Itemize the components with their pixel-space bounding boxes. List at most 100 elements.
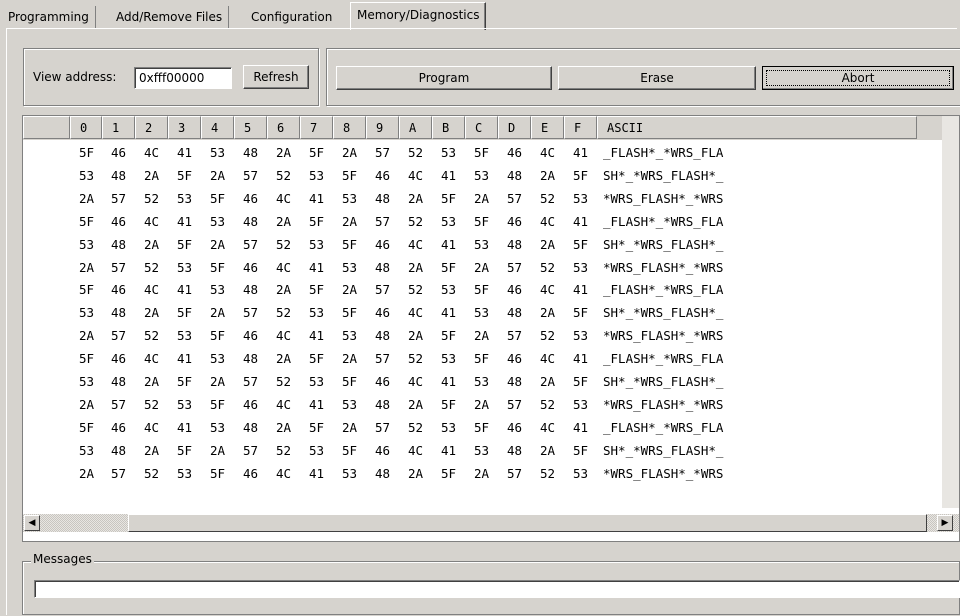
ascii-cell[interactable]: SH*_*WRS_FLASH*_ <box>603 440 723 462</box>
hex-cell[interactable]: 5F <box>333 302 366 324</box>
hex-cell[interactable]: 53 <box>201 279 234 301</box>
ascii-cell[interactable]: *WRS_FLASH*_*WRS <box>603 394 723 416</box>
scroll-thumb[interactable] <box>128 514 927 532</box>
hex-cell[interactable]: 48 <box>366 463 399 485</box>
abort-button[interactable]: Abort <box>762 66 954 90</box>
hex-cell[interactable]: 52 <box>531 188 564 210</box>
hex-cell[interactable]: 52 <box>135 257 168 279</box>
hex-cell[interactable]: 53 <box>168 257 201 279</box>
hex-cell[interactable]: 4C <box>135 142 168 164</box>
hex-cell[interactable]: 53 <box>465 234 498 256</box>
hex-cell[interactable]: 41 <box>168 211 201 233</box>
arrow-left-icon[interactable]: ◀ <box>24 515 40 531</box>
hex-cell[interactable]: 53 <box>564 325 597 347</box>
hex-cell[interactable]: 41 <box>300 188 333 210</box>
hex-cell[interactable]: 5F <box>465 417 498 439</box>
hex-cell[interactable]: 2A <box>465 463 498 485</box>
hex-cell[interactable]: 46 <box>102 142 135 164</box>
tab-memory-diagnostics[interactable]: Memory/Diagnostics <box>350 2 487 30</box>
hex-cell[interactable]: 53 <box>168 188 201 210</box>
hex-cell[interactable]: 46 <box>366 440 399 462</box>
table-row[interactable]: 53 48 2A 5F 2A 57 52 53 5F 46 4C 41 53 48 2A 5F SH*_*WRS… <box>23 302 933 324</box>
hex-cell[interactable]: 5F <box>564 371 597 393</box>
hex-cell[interactable]: 5F <box>300 279 333 301</box>
hex-cell[interactable]: 53 <box>70 371 103 393</box>
hex-cell[interactable]: 53 <box>201 142 234 164</box>
hex-cell[interactable]: 46 <box>234 257 267 279</box>
memory-grid[interactable]: 0 1 2 3 4 5 6 7 8 9 A B C D E F ASCII 5F 46 4C 41 53 48 2A 5F 2A… <box>22 115 960 542</box>
hex-cell[interactable]: 2A <box>70 325 103 347</box>
hex-cell[interactable]: 46 <box>366 165 399 187</box>
hex-cell[interactable]: 52 <box>267 371 300 393</box>
ascii-cell[interactable]: SH*_*WRS_FLASH*_ <box>603 165 723 187</box>
hex-cell[interactable]: 41 <box>300 463 333 485</box>
hex-cell[interactable]: 41 <box>432 234 465 256</box>
tab-programming[interactable]: Programming <box>2 6 96 28</box>
hex-cell[interactable]: 5F <box>168 440 201 462</box>
hex-cell[interactable]: 52 <box>531 463 564 485</box>
hex-cell[interactable]: 2A <box>333 142 366 164</box>
hex-cell[interactable]: 5F <box>70 348 103 370</box>
hex-cell[interactable]: 53 <box>300 302 333 324</box>
hex-cell[interactable]: 53 <box>465 371 498 393</box>
hex-cell[interactable]: 5F <box>201 188 234 210</box>
hex-cell[interactable]: 5F <box>70 279 103 301</box>
hex-cell[interactable]: 5F <box>300 211 333 233</box>
hex-cell[interactable]: 41 <box>564 417 597 439</box>
hex-cell[interactable]: 52 <box>531 394 564 416</box>
hex-cell[interactable]: 2A <box>465 257 498 279</box>
table-row[interactable]: 5F 46 4C 41 53 48 2A 5F 2A 57 52 53 5F 46 4C 41 _FLASH*_… <box>23 348 933 370</box>
hex-cell[interactable]: 57 <box>366 211 399 233</box>
hex-cell[interactable]: 48 <box>102 440 135 462</box>
hex-cell[interactable]: 2A <box>267 211 300 233</box>
hex-cell[interactable]: 57 <box>498 188 531 210</box>
table-row[interactable]: 2A 57 52 53 5F 46 4C 41 53 48 2A 5F 2A 57 52 53 *WRS_FLA… <box>23 325 933 347</box>
hex-cell[interactable]: 57 <box>102 325 135 347</box>
hex-cell[interactable]: 5F <box>333 165 366 187</box>
hex-cell[interactable]: 4C <box>399 371 432 393</box>
hex-cell[interactable]: 5F <box>564 302 597 324</box>
hex-cell[interactable]: 48 <box>498 371 531 393</box>
hex-cell[interactable]: 57 <box>366 417 399 439</box>
hex-cell[interactable]: 46 <box>234 325 267 347</box>
hex-cell[interactable]: 2A <box>201 371 234 393</box>
hex-cell[interactable]: 5F <box>168 371 201 393</box>
hex-cell[interactable]: 2A <box>399 463 432 485</box>
hex-cell[interactable]: 53 <box>432 417 465 439</box>
hex-cell[interactable]: 4C <box>531 348 564 370</box>
hex-cell[interactable]: 41 <box>300 325 333 347</box>
hex-cell[interactable]: 48 <box>366 325 399 347</box>
hex-cell[interactable]: 46 <box>366 234 399 256</box>
hex-cell[interactable]: 48 <box>498 302 531 324</box>
hex-cell[interactable]: 2A <box>135 234 168 256</box>
hex-cell[interactable]: 48 <box>234 348 267 370</box>
hex-cell[interactable]: 41 <box>168 348 201 370</box>
hex-cell[interactable]: 57 <box>102 394 135 416</box>
hex-cell[interactable]: 2A <box>70 188 103 210</box>
hex-cell[interactable]: 52 <box>399 279 432 301</box>
hex-cell[interactable]: 48 <box>366 188 399 210</box>
ascii-cell[interactable]: *WRS_FLASH*_*WRS <box>603 325 723 347</box>
hex-cell[interactable]: 52 <box>399 348 432 370</box>
hex-cell[interactable]: 2A <box>333 348 366 370</box>
hex-cell[interactable]: 4C <box>531 279 564 301</box>
hex-cell[interactable]: 4C <box>267 325 300 347</box>
hex-cell[interactable]: 53 <box>465 440 498 462</box>
hex-cell[interactable]: 46 <box>102 279 135 301</box>
hex-cell[interactable]: 5F <box>465 279 498 301</box>
hex-cell[interactable]: 53 <box>70 302 103 324</box>
hex-cell[interactable]: 46 <box>234 394 267 416</box>
ascii-cell[interactable]: *WRS_FLASH*_*WRS <box>603 463 723 485</box>
hex-cell[interactable]: 53 <box>333 394 366 416</box>
hex-cell[interactable]: 41 <box>432 165 465 187</box>
hex-cell[interactable]: 53 <box>432 348 465 370</box>
hex-cell[interactable]: 52 <box>267 302 300 324</box>
hex-cell[interactable]: 2A <box>201 165 234 187</box>
hex-cell[interactable]: 5F <box>201 325 234 347</box>
hex-cell[interactable]: 4C <box>531 142 564 164</box>
table-row[interactable]: 5F 46 4C 41 53 48 2A 5F 2A 57 52 53 5F 46 4C 41 _FLASH*_… <box>23 279 933 301</box>
hex-cell[interactable]: 4C <box>135 279 168 301</box>
hex-cell[interactable]: 53 <box>300 440 333 462</box>
hex-cell[interactable]: 2A <box>465 394 498 416</box>
hex-cell[interactable]: 5F <box>300 142 333 164</box>
